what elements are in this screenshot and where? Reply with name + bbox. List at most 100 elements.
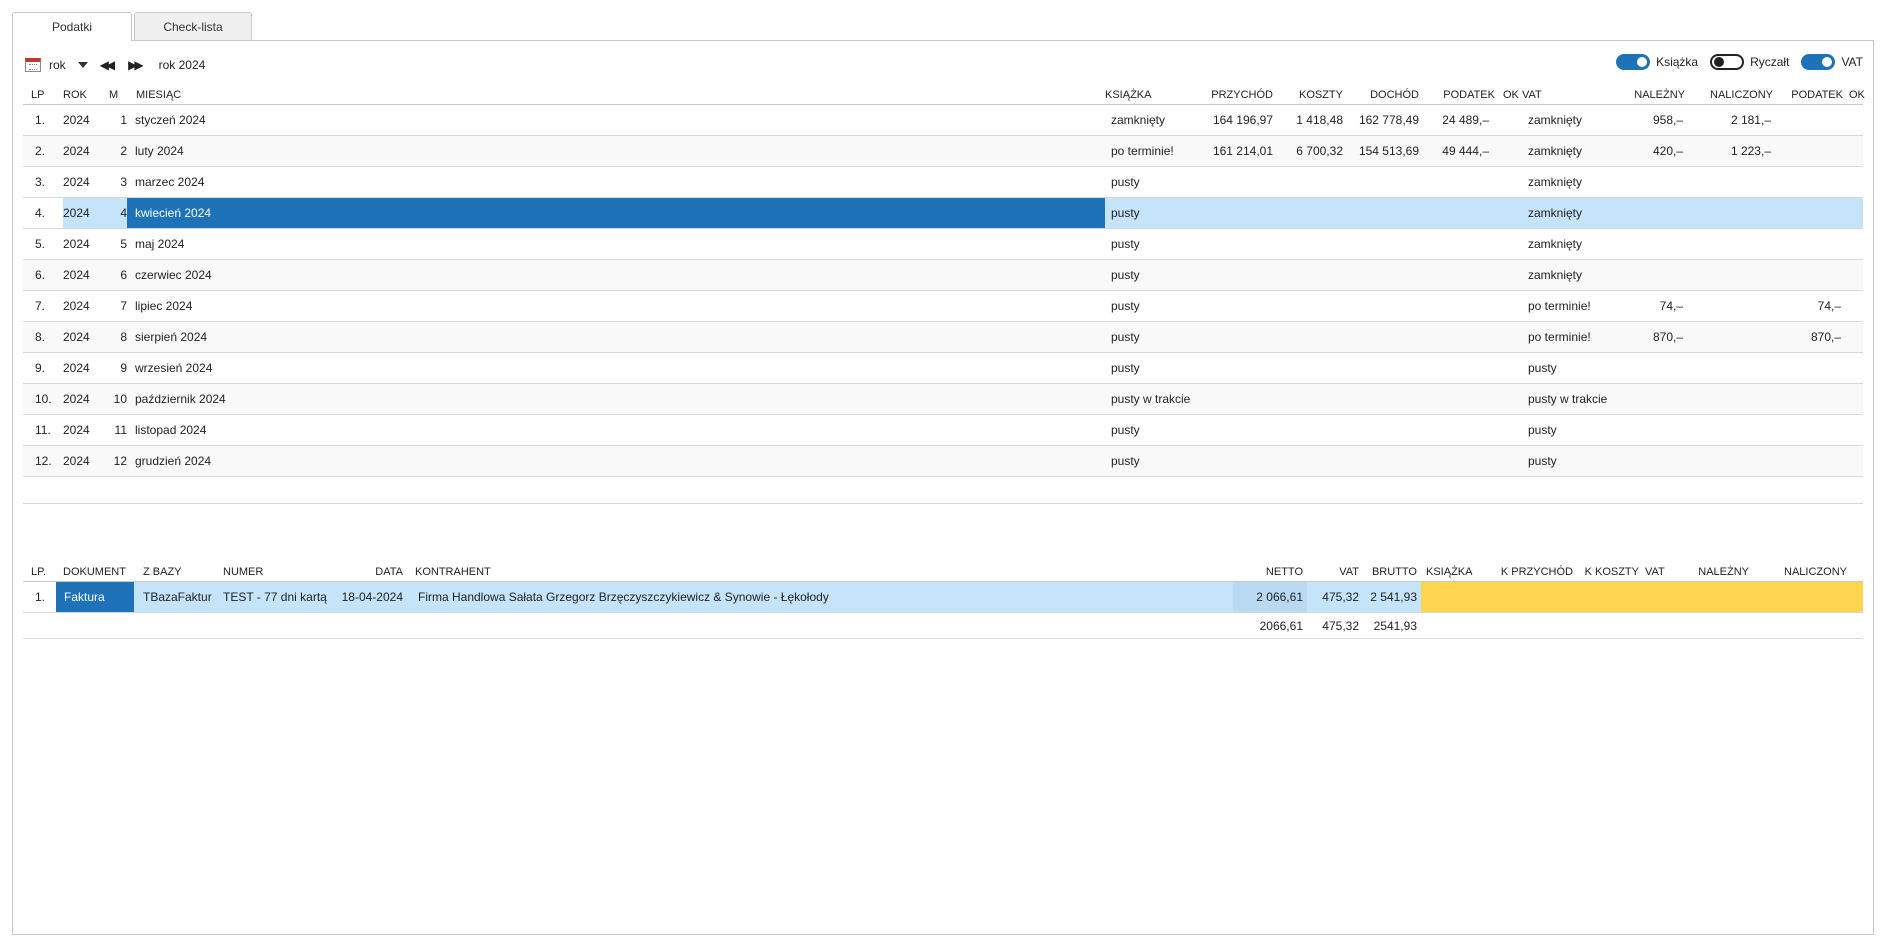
period-select[interactable]: rok (49, 58, 66, 72)
month-ksiazka-status: pusty (1111, 361, 1140, 375)
month-lp: 7. (35, 299, 46, 313)
calendar-icon[interactable] (25, 58, 41, 72)
month-podatek (1423, 415, 1489, 445)
month-row[interactable]: 11. 2024 11 listopad 2024 pusty pusty (23, 415, 1863, 446)
doc-header-netto[interactable]: NETTO (1241, 562, 1303, 581)
month-nalezny: 420,– (1652, 144, 1683, 158)
documents-totals-row: 2066,61 475,32 2541,93 (23, 613, 1863, 639)
month-row[interactable]: 7. 2024 7 lipiec 2024 pusty po terminie! 74,– 7… (23, 291, 1863, 322)
header-ok-vat[interactable]: OK (1849, 85, 1869, 104)
month-podatek-vat: 870,– (1810, 330, 1841, 344)
doc-header-kontrahent[interactable]: KONTRAHENT (415, 562, 535, 581)
previous-period-icon[interactable]: ◀◀ (96, 58, 116, 72)
month-nalezny (1621, 198, 1683, 228)
month-ksiazka-status: pusty (1111, 175, 1140, 189)
total-vat: 475,32 (1322, 618, 1359, 633)
ryczalt-toggle[interactable] (1710, 54, 1745, 70)
month-koszty (1279, 229, 1343, 259)
month-row[interactable]: 6. 2024 6 czerwiec 2024 pusty zamknięty (23, 260, 1863, 291)
month-row[interactable]: 9. 2024 9 wrzesień 2024 pusty pusty (23, 353, 1863, 384)
month-rok: 2024 (63, 144, 90, 158)
header-podatek[interactable]: PODATEK (1423, 85, 1495, 104)
header-rok[interactable]: ROK (63, 85, 103, 104)
month-row[interactable]: 1. 2024 1 styczeń 2024 zamknięty 164 196,97 1 … (23, 105, 1863, 136)
header-ksiazka[interactable]: KSIĄŻKA (1105, 85, 1185, 104)
tab-check-lista[interactable]: Check-lista (134, 12, 252, 40)
month-nalezny (1621, 260, 1683, 290)
month-lp: 1. (35, 113, 46, 127)
month-row[interactable]: 5. 2024 5 maj 2024 pusty zamknięty (23, 229, 1863, 260)
doc-header-numer[interactable]: NUMER (223, 562, 323, 581)
doc-header-dokument[interactable]: DOKUMENT (63, 562, 133, 581)
month-podatek-vat (1779, 446, 1841, 476)
month-row[interactable]: 12. 2024 12 grudzień 2024 pusty pusty (23, 446, 1863, 477)
mode-toggles: Książka Ryczałt VAT (1616, 54, 1863, 70)
doc-header-lp[interactable]: LP. (31, 562, 61, 581)
header-przychod[interactable]: PRZYCHÓD (1193, 85, 1273, 104)
header-vat[interactable]: VAT (1522, 85, 1562, 104)
month-ksiazka-status: pusty (1111, 268, 1140, 282)
doc-header-ksiazka[interactable]: KSIĄŻKA (1426, 562, 1486, 581)
month-lp: 11. (35, 423, 51, 437)
month-nalezny (1621, 229, 1683, 259)
month-row[interactable]: 8. 2024 8 sierpień 2024 pusty po terminie! 870… (23, 322, 1863, 353)
doc-header-naliczony[interactable]: NALICZONY (1759, 562, 1847, 581)
vat-toggle[interactable] (1801, 54, 1836, 70)
header-nalezny[interactable]: NALEŻNY (1621, 85, 1685, 104)
month-ksiazka-status: zamknięty (1111, 113, 1166, 127)
month-koszty: 1 418,48 (1296, 113, 1343, 127)
doc-header-vat[interactable]: VAT (1313, 562, 1359, 581)
month-lp: 2. (35, 144, 46, 158)
doc-header-nalezny[interactable]: NALEŻNY (1683, 562, 1749, 581)
doc-header-k-przychod[interactable]: K PRZYCHÓD (1493, 562, 1573, 581)
month-nalezny (1621, 415, 1683, 445)
doc-booking-columns (1421, 582, 1863, 612)
month-podatek: 24 489,– (1442, 113, 1489, 127)
doc-z-bazy: TBazaFaktur (143, 590, 212, 604)
month-przychod (1193, 415, 1273, 445)
month-vat-status: zamknięty (1528, 113, 1583, 127)
month-ksiazka-status: pusty (1111, 206, 1140, 220)
next-period-icon[interactable]: ▶▶ (124, 58, 144, 72)
month-naliczony (1693, 322, 1771, 352)
ksiazka-toggle[interactable] (1616, 54, 1651, 70)
doc-header-k-koszty[interactable]: K KOSZTY (1577, 562, 1639, 581)
header-naliczony[interactable]: NALICZONY (1693, 85, 1773, 104)
month-koszty (1279, 198, 1343, 228)
doc-header-data[interactable]: DATA (333, 562, 403, 581)
header-miesiac[interactable]: MIESIĄC (136, 85, 336, 104)
doc-dokument[interactable]: Faktura (56, 582, 134, 612)
month-m: 7 (120, 299, 127, 313)
month-lp: 10. (35, 392, 52, 406)
month-lp: 3. (35, 175, 46, 189)
header-lp[interactable]: LP (31, 85, 61, 104)
month-podatek-vat (1779, 198, 1841, 228)
header-koszty[interactable]: KOSZTY (1279, 85, 1343, 104)
month-lp: 8. (35, 330, 46, 344)
chevron-down-icon[interactable] (77, 62, 88, 68)
tab-podatki[interactable]: Podatki (12, 12, 132, 41)
month-nalezny: 870,– (1652, 330, 1683, 344)
doc-header-z-bazy[interactable]: Z BAZY (143, 562, 213, 581)
doc-header-vat2[interactable]: VAT (1645, 562, 1675, 581)
document-row[interactable]: 1. Faktura TBazaFaktur TEST - 77 dni kar… (23, 582, 1863, 613)
month-naliczony (1693, 167, 1771, 197)
month-vat-status: zamknięty (1528, 175, 1583, 189)
month-rok: 2024 (63, 237, 90, 251)
month-ksiazka-status: pusty (1111, 454, 1140, 468)
month-m: 9 (120, 361, 127, 375)
header-dochod[interactable]: DOCHÓD (1349, 85, 1419, 104)
month-lp: 6. (35, 268, 46, 282)
header-m[interactable]: M (109, 85, 129, 104)
month-row[interactable]: 3. 2024 3 marzec 2024 pusty zamknięty (23, 167, 1863, 198)
month-row[interactable]: 4. 2024 4 kwiecień 2024 pusty zamknięty (23, 198, 1863, 229)
month-name: kwiecień 2024 (127, 198, 1105, 228)
month-nalezny: 74,– (1659, 299, 1683, 313)
month-podatek-vat: 74,– (1817, 299, 1841, 313)
doc-vat: 475,32 (1322, 590, 1359, 604)
month-row[interactable]: 10. 2024 10 październik 2024 pusty w trakcie… (23, 384, 1863, 415)
header-podatek-vat[interactable]: PODATEK (1779, 85, 1843, 104)
month-row[interactable]: 2. 2024 2 luty 2024 po terminie! 161 214,01 6 … (23, 136, 1863, 167)
month-koszty (1279, 384, 1343, 414)
doc-header-brutto[interactable]: BRUTTO (1363, 562, 1417, 581)
